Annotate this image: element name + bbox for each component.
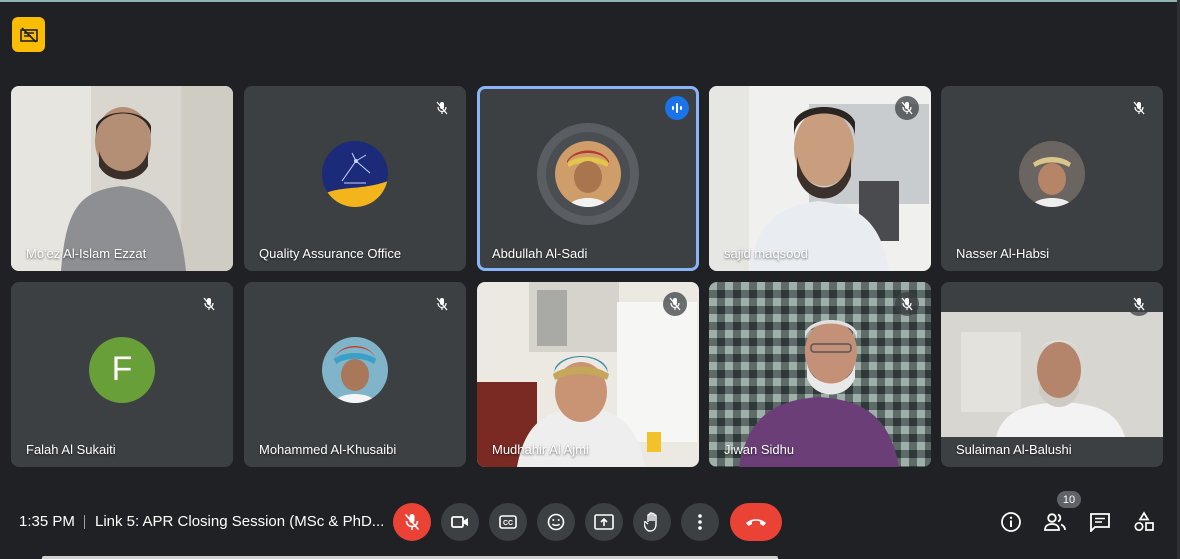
meeting-title[interactable]: Link 5: APR Closing Session (MSc & PhD..… [95,513,384,530]
raise-hand-icon [644,512,657,532]
info-icon [1001,512,1021,532]
people-button[interactable] [1043,510,1067,534]
divider [84,515,85,529]
participant-tile[interactable]: Mo'ez Al-Islam Ezzat [11,86,233,271]
camera-icon [451,516,468,528]
mic-muted-icon [430,96,454,120]
speaking-ring [537,122,639,225]
window-top-edge [0,0,1180,2]
captions-button[interactable]: CC [489,503,527,541]
people-icon [1044,513,1066,531]
participant-tile[interactable]: Jiwan Sidhu [709,282,931,467]
participant-avatar [555,140,621,207]
meeting-details-button[interactable] [999,510,1023,534]
participant-name: Nasser Al-Habsi [956,246,1050,261]
participant-name: Mohammed Al-Khusaibi [259,442,397,457]
reactions-button[interactable] [537,503,575,541]
participant-name: Sulaiman Al-Balushi [956,442,1072,457]
more-options-icon [698,514,702,530]
mic-off-icon [404,513,420,531]
participant-tile[interactable]: Mohammed Al-Khusaibi [244,282,466,467]
participant-tile[interactable]: Nasser Al-Habsi [941,86,1163,271]
present-icon [594,514,614,530]
hang-up-icon [746,519,766,526]
captions-icon: CC [499,515,517,529]
letter-avatar: F [89,336,155,403]
camera-toggle-button[interactable] [441,503,479,541]
mic-muted-icon [895,292,919,316]
participant-tile[interactable]: Mudhahir Al Ajmi [477,282,699,467]
present-button[interactable] [585,503,623,541]
more-options-button[interactable] [681,503,719,541]
participant-name: Jiwan Sidhu [724,442,795,457]
participant-name: Mo'ez Al-Islam Ezzat [26,246,147,261]
raise-hand-button[interactable] [633,503,671,541]
participant-avatar [1019,140,1085,207]
participant-count-badge: 10 [1057,491,1081,508]
participant-name: Mudhahir Al Ajmi [492,442,589,457]
svg-text:CC: CC [503,520,513,527]
leave-call-button[interactable] [730,503,782,541]
speaking-indicator-icon [665,96,689,120]
participant-name: Falah Al Sukaiti [26,442,116,457]
participant-tile[interactable]: Sulaiman Al-Balushi [941,282,1163,467]
participant-name: sajid maqsood [724,246,808,261]
mic-muted-icon [197,292,221,316]
participant-video-10 [941,312,1163,437]
participant-grid: Mo'ez Al-Islam Ezzat Quality Assurance O… [11,86,1163,467]
meeting-badge-icon[interactable] [12,17,45,52]
emoji-icon [547,513,565,531]
organization-logo-avatar [322,140,388,207]
participant-avatar [322,336,388,403]
mic-muted-icon [1127,292,1151,316]
participant-tile[interactable]: sajid maqsood [709,86,931,271]
mic-toggle-button[interactable] [393,503,431,541]
chat-button[interactable] [1088,510,1112,534]
mic-muted-icon [895,96,919,120]
mic-muted-icon [663,292,687,316]
chat-icon [1090,513,1110,532]
participant-video-1 [11,86,233,271]
mic-muted-icon [1127,96,1151,120]
participant-tile[interactable]: Quality Assurance Office [244,86,466,271]
clock-time: 1:35 PM [19,513,75,530]
participant-name: Quality Assurance Office [259,246,402,261]
participant-tile[interactable]: F Falah Al Sukaiti [11,282,233,467]
participant-tile[interactable]: Abdullah Al-Sadi [477,86,699,271]
participant-name: Abdullah Al-Sadi [492,246,588,261]
mic-muted-icon [430,292,454,316]
activities-button[interactable] [1132,510,1156,534]
activities-icon [1134,511,1154,532]
